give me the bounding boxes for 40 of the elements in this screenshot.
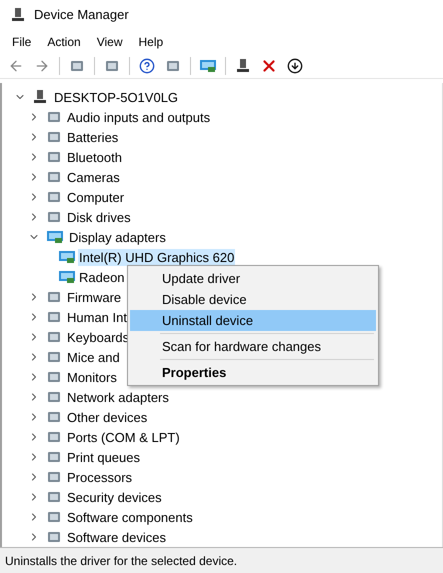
- tree-item[interactable]: Software components: [66, 508, 194, 526]
- menu-item[interactable]: Scan for hardware changes: [130, 336, 376, 357]
- tree-item[interactable]: Software devices: [66, 528, 167, 546]
- monitor-icon: [58, 269, 76, 286]
- tree-item[interactable]: Processors: [66, 468, 134, 486]
- help-icon: [139, 58, 155, 74]
- menu-item[interactable]: Update driver: [130, 268, 376, 289]
- app-icon: [10, 6, 26, 23]
- status-text: Uninstalls the driver for the selected device.: [5, 554, 238, 568]
- menu-item[interactable]: Uninstall device: [130, 310, 376, 331]
- tree-item[interactable]: DESKTOP-5O1V0LG: [53, 88, 180, 106]
- menu-item[interactable]: Action: [39, 32, 89, 51]
- tree-item[interactable]: Intel(R) UHD Graphics 620: [78, 248, 236, 266]
- menu-item[interactable]: File: [4, 32, 40, 51]
- tree-item[interactable]: Bluetooth: [66, 148, 123, 166]
- tree-item[interactable]: Display adapters: [68, 228, 167, 246]
- tree-item[interactable]: Network adapters: [66, 388, 170, 406]
- tree-item[interactable]: Other devices: [66, 408, 148, 426]
- monitor-icon: [199, 58, 217, 74]
- tree-item[interactable]: Keyboards: [66, 328, 130, 346]
- monitor-icon: [46, 229, 64, 246]
- tree-item[interactable]: Print queues: [66, 448, 141, 466]
- tree-item[interactable]: Cameras: [66, 168, 121, 186]
- window-title: Device Manager: [34, 7, 129, 22]
- tree-item[interactable]: Mice and: [66, 348, 121, 366]
- menu-item[interactable]: Disable device: [130, 289, 376, 310]
- tree-item[interactable]: Monitors: [66, 368, 118, 386]
- menu-item[interactable]: Properties: [130, 362, 376, 383]
- tree-item[interactable]: Batteries: [66, 128, 120, 146]
- tree-item[interactable]: Audio inputs and outputs: [66, 108, 212, 126]
- tree-item[interactable]: Ports (COM & LPT): [66, 428, 181, 446]
- tree-item[interactable]: Human Int: [66, 308, 128, 326]
- tree-item[interactable]: Disk drives: [66, 208, 132, 226]
- tree-item[interactable]: Security devices: [66, 488, 163, 506]
- tree-item[interactable]: Computer: [66, 188, 126, 206]
- tree-item[interactable]: Radeon: [78, 268, 126, 286]
- monitor-icon: [58, 249, 76, 266]
- menu-item[interactable]: Help: [130, 32, 172, 51]
- tree-item[interactable]: Firmware: [66, 288, 122, 306]
- menu-item[interactable]: View: [88, 32, 130, 51]
